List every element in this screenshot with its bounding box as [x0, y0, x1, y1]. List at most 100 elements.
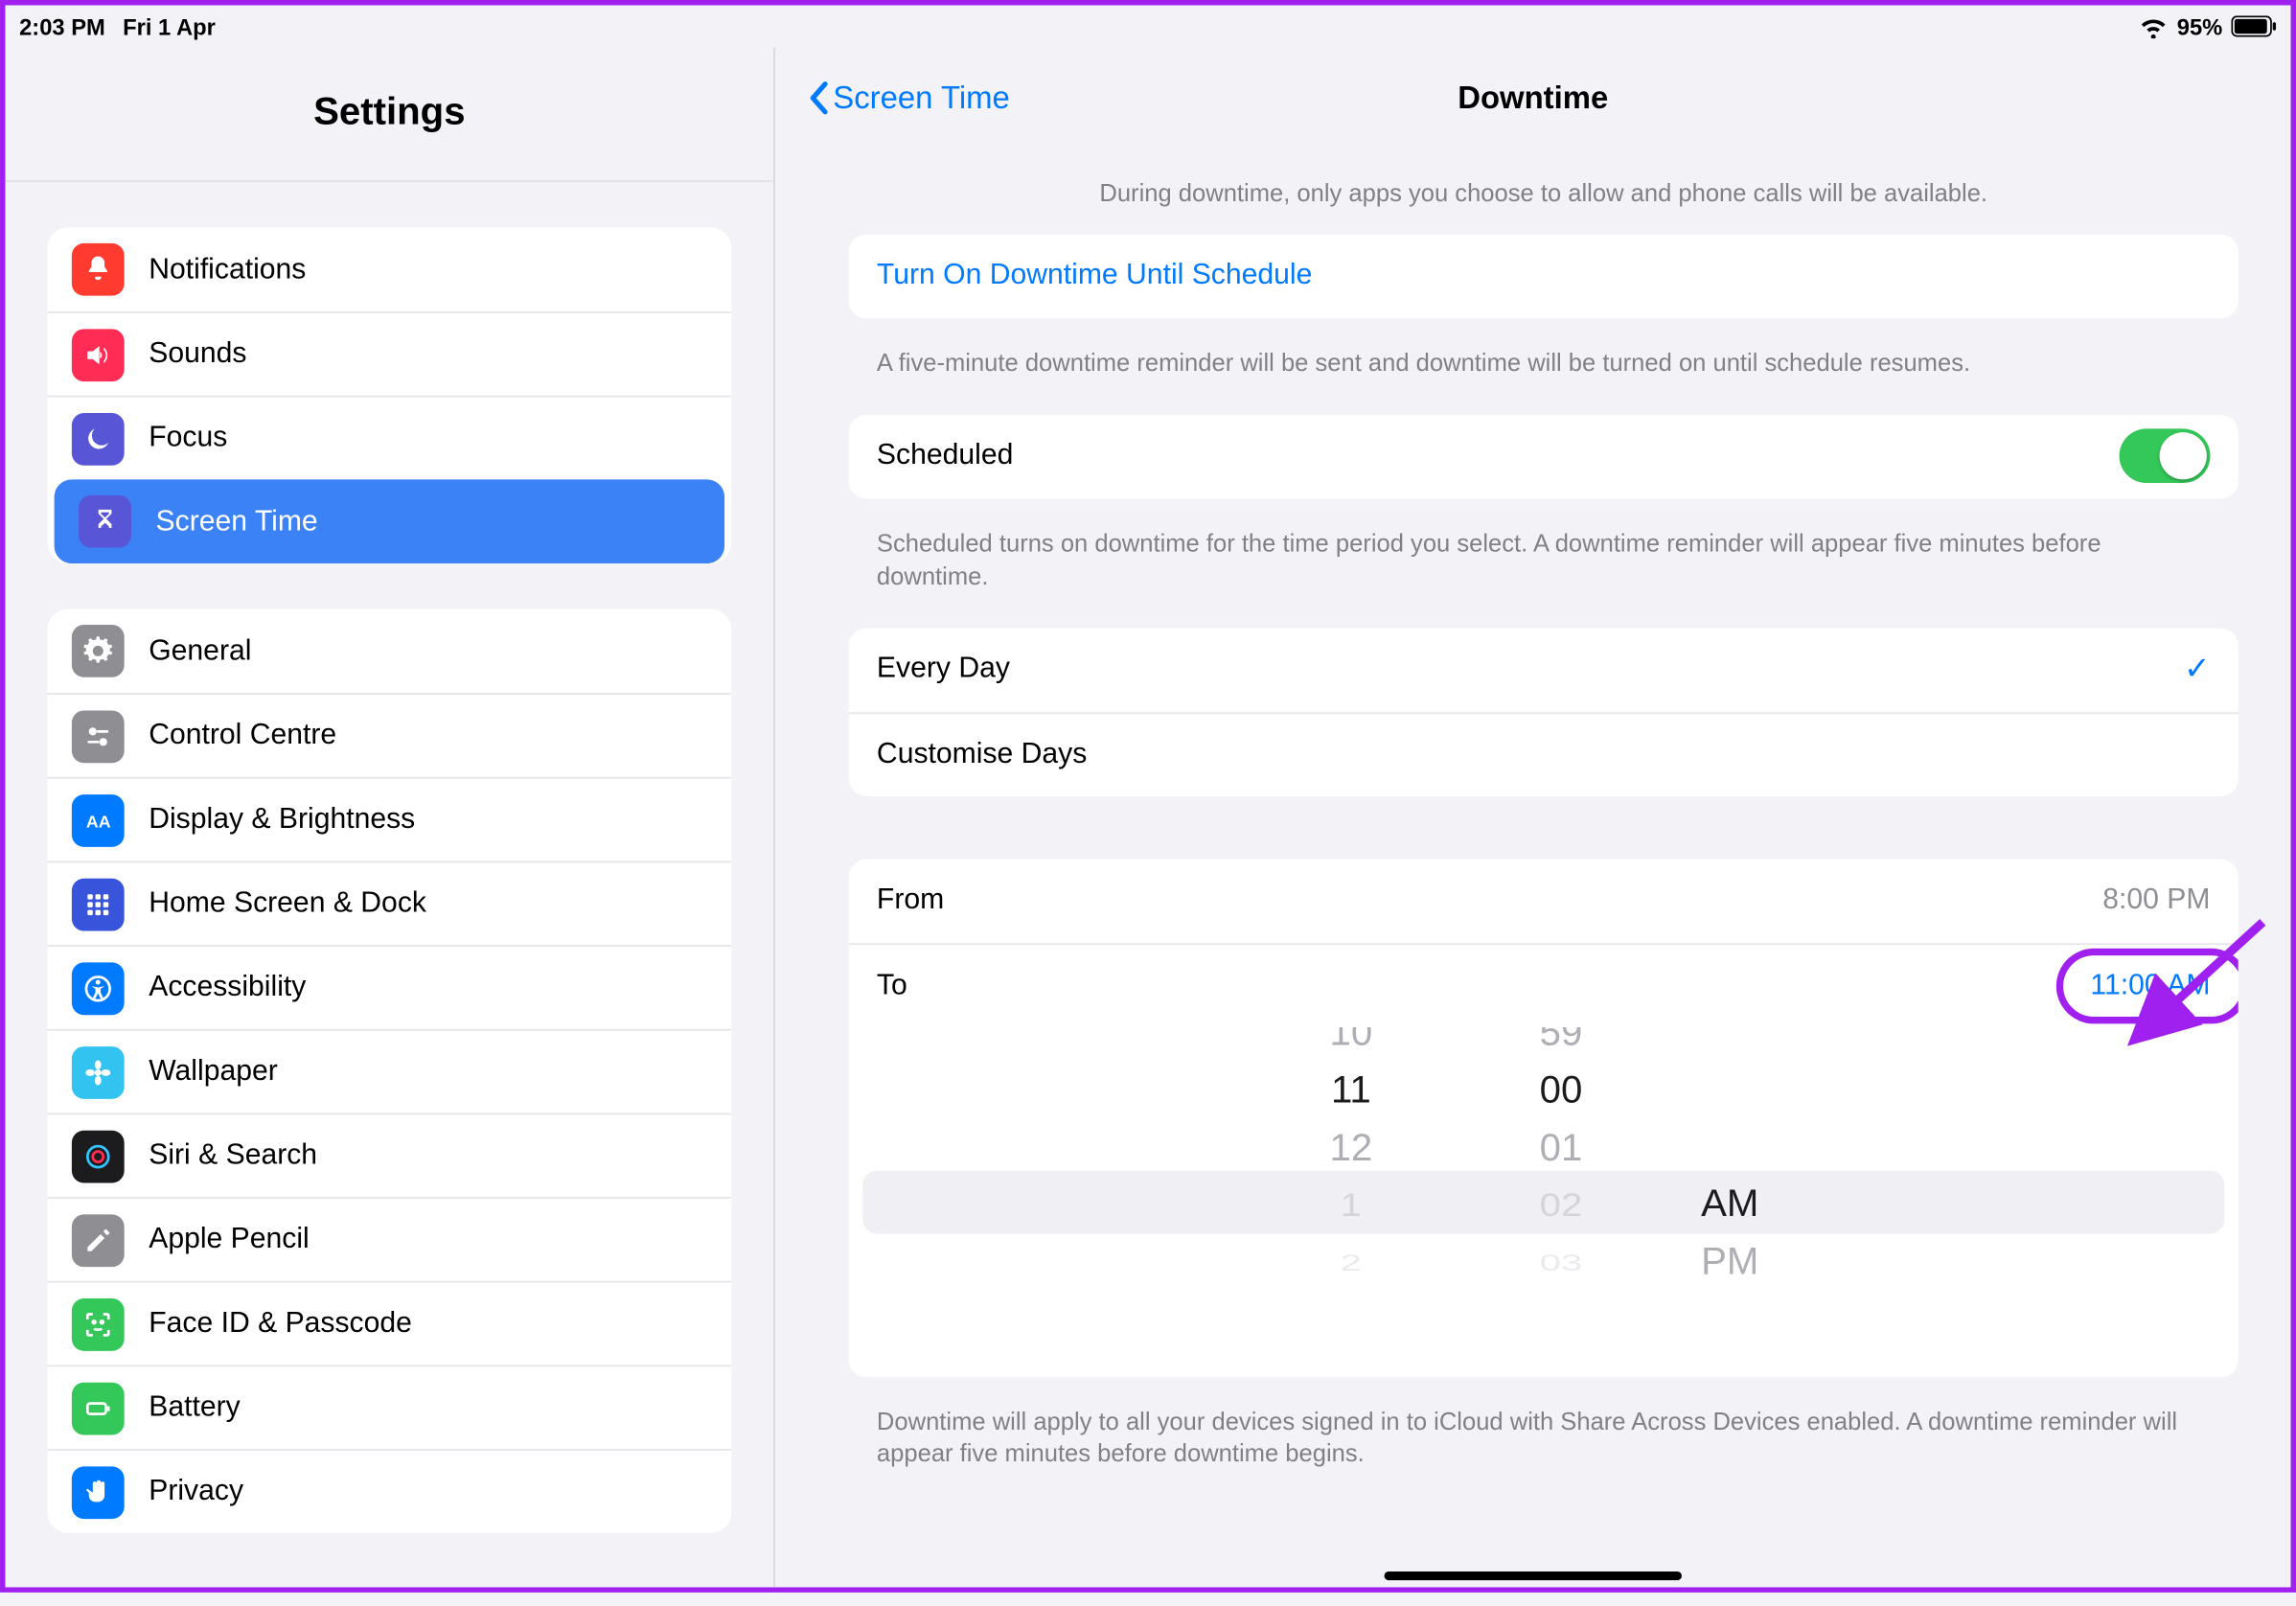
- sidebar-item-label: Battery: [149, 1391, 240, 1425]
- to-value: 11:00 AM: [2090, 969, 2210, 1002]
- picker-cell-selected: 00: [1491, 1060, 1631, 1117]
- back-label: Screen Time: [833, 80, 1010, 116]
- sidebar-item-control-centre[interactable]: Control Centre: [47, 693, 731, 777]
- picker-cell: 03: [1491, 1245, 1631, 1279]
- sidebar-group-2: General Control Centre AA Display & Brig…: [47, 609, 731, 1533]
- sidebar-item-apple-pencil[interactable]: Apple Pencil: [47, 1197, 731, 1281]
- sidebar-item-notifications[interactable]: Notifications: [47, 227, 731, 311]
- gear-icon: [72, 625, 125, 677]
- status-bar: 2:03 PM Fri 1 Apr 95%: [5, 5, 2290, 47]
- sidebar-item-privacy[interactable]: Privacy: [47, 1449, 731, 1533]
- sidebar-item-label: Sounds: [149, 337, 246, 371]
- sidebar-item-label: Focus: [149, 422, 227, 455]
- pencil-icon: [72, 1213, 125, 1266]
- picker-cell: 1: [1281, 1180, 1421, 1228]
- turn-on-caption: A five-minute downtime reminder will be …: [849, 318, 2239, 390]
- turn-on-card: Turn On Downtime Until Schedule: [849, 235, 2239, 319]
- sidebar-item-label: Siri & Search: [149, 1139, 317, 1173]
- sidebar-item-label: Control Centre: [149, 720, 336, 753]
- scheduled-label: Scheduled: [877, 440, 1013, 473]
- sidebar-item-label: Notifications: [149, 253, 306, 287]
- screenshot-frame: 2:03 PM Fri 1 Apr 95% Settings Notificat…: [0, 0, 2296, 1593]
- scheduled-row: Scheduled: [849, 414, 2239, 498]
- check-icon: ✓: [2184, 651, 2211, 687]
- sidebar-item-label: General: [149, 634, 251, 668]
- picker-cell-selected: AM: [1701, 1174, 1806, 1231]
- home-indicator: [1385, 1572, 1682, 1580]
- sidebar-item-label: Face ID & Passcode: [149, 1307, 412, 1341]
- status-time: 2:03 PM: [19, 13, 105, 39]
- siri-icon: [72, 1130, 125, 1182]
- back-button[interactable]: Screen Time: [807, 80, 1010, 116]
- sidebar-item-battery[interactable]: Battery: [47, 1365, 731, 1449]
- picker-ampm-column[interactable]: AM PM: [1701, 1026, 1806, 1376]
- content-header: Screen Time Downtime: [775, 47, 2291, 149]
- sidebar-group-1: Notifications Sounds Focus: [47, 227, 731, 563]
- footer-caption: Downtime will apply to all your devices …: [849, 1376, 2239, 1480]
- days-card: Every Day ✓ Customise Days: [849, 628, 2239, 795]
- from-row[interactable]: From 8:00 PM: [849, 859, 2239, 943]
- sidebar-title: Settings: [5, 47, 773, 182]
- turn-on-label: Turn On Downtime Until Schedule: [877, 260, 1312, 293]
- every-day-row[interactable]: Every Day ✓: [849, 628, 2239, 712]
- svg-text:AA: AA: [86, 811, 111, 830]
- picker-cell-selected: 11: [1281, 1060, 1421, 1117]
- flower-icon: [72, 1045, 125, 1098]
- to-label: To: [877, 969, 907, 1002]
- sidebar-item-accessibility[interactable]: Accessibility: [47, 945, 731, 1029]
- picker-cell: 10: [1281, 1026, 1421, 1060]
- sidebar-item-label: Screen Time: [156, 505, 318, 539]
- sliders-icon: [72, 710, 125, 763]
- wifi-icon: [2139, 14, 2169, 39]
- status-date: Fri 1 Apr: [123, 13, 216, 39]
- every-day-label: Every Day: [877, 653, 1010, 686]
- picker-cell: 01: [1491, 1117, 1631, 1175]
- sidebar-item-focus[interactable]: Focus: [47, 396, 731, 480]
- sidebar-item-faceid[interactable]: Face ID & Passcode: [47, 1281, 731, 1365]
- picker-hour-column[interactable]: 8 9 10 11 12 1 2: [1281, 1026, 1421, 1376]
- sidebar-item-label: Home Screen & Dock: [149, 887, 426, 921]
- time-picker[interactable]: 8 9 10 11 12 1 2: [849, 1026, 2239, 1376]
- picker-cell: 12: [1281, 1117, 1421, 1175]
- accessibility-icon: [72, 962, 125, 1015]
- scheduled-card: Scheduled: [849, 414, 2239, 498]
- sidebar-item-label: Display & Brightness: [149, 803, 415, 837]
- moon-icon: [72, 412, 125, 465]
- sidebar-item-general[interactable]: General: [47, 609, 731, 694]
- sidebar-item-label: Wallpaper: [149, 1055, 278, 1089]
- customise-days-row[interactable]: Customise Days: [849, 711, 2239, 795]
- battery-icon: [2231, 15, 2276, 38]
- customise-days-label: Customise Days: [877, 738, 1087, 771]
- text-size-icon: AA: [72, 793, 125, 846]
- hourglass-icon: [79, 495, 131, 548]
- face-id-icon: [72, 1297, 125, 1350]
- picker-minute-column[interactable]: 57 58 59 00 01 02 03: [1491, 1026, 1631, 1376]
- picker-cell: 59: [1491, 1026, 1631, 1060]
- content-pane: Screen Time Downtime During downtime, on…: [775, 47, 2291, 1587]
- sidebar-item-sounds[interactable]: Sounds: [47, 311, 731, 396]
- sidebar-item-label: Privacy: [149, 1476, 243, 1509]
- picker-cell: PM: [1701, 1231, 1806, 1289]
- from-value: 8:00 PM: [2102, 883, 2210, 917]
- turn-on-downtime-button[interactable]: Turn On Downtime Until Schedule: [849, 235, 2239, 319]
- sidebar-item-screen-time[interactable]: Screen Time: [55, 479, 724, 563]
- sidebar-item-wallpaper[interactable]: Wallpaper: [47, 1029, 731, 1113]
- sidebar-item-siri[interactable]: Siri & Search: [47, 1113, 731, 1197]
- sidebar-item-label: Apple Pencil: [149, 1224, 310, 1257]
- from-label: From: [877, 883, 944, 917]
- picker-cell: 02: [1491, 1180, 1631, 1228]
- sidebar-item-display[interactable]: AA Display & Brightness: [47, 777, 731, 861]
- grid-icon: [72, 878, 125, 930]
- to-row[interactable]: To 11:00 AM: [849, 943, 2239, 1027]
- speaker-icon: [72, 328, 125, 380]
- bell-icon: [72, 243, 125, 296]
- chevron-left-icon: [807, 80, 830, 116]
- scheduled-toggle[interactable]: [2120, 429, 2211, 484]
- sidebar: Settings Notifications Sounds: [5, 47, 775, 1587]
- hand-icon: [72, 1465, 125, 1518]
- status-battery-pct: 95%: [2177, 13, 2223, 39]
- time-card: From 8:00 PM To 11:00 AM 8: [849, 859, 2239, 1377]
- picker-cell: 2: [1281, 1245, 1421, 1279]
- sidebar-item-home-screen[interactable]: Home Screen & Dock: [47, 861, 731, 946]
- sidebar-item-label: Accessibility: [149, 972, 306, 1005]
